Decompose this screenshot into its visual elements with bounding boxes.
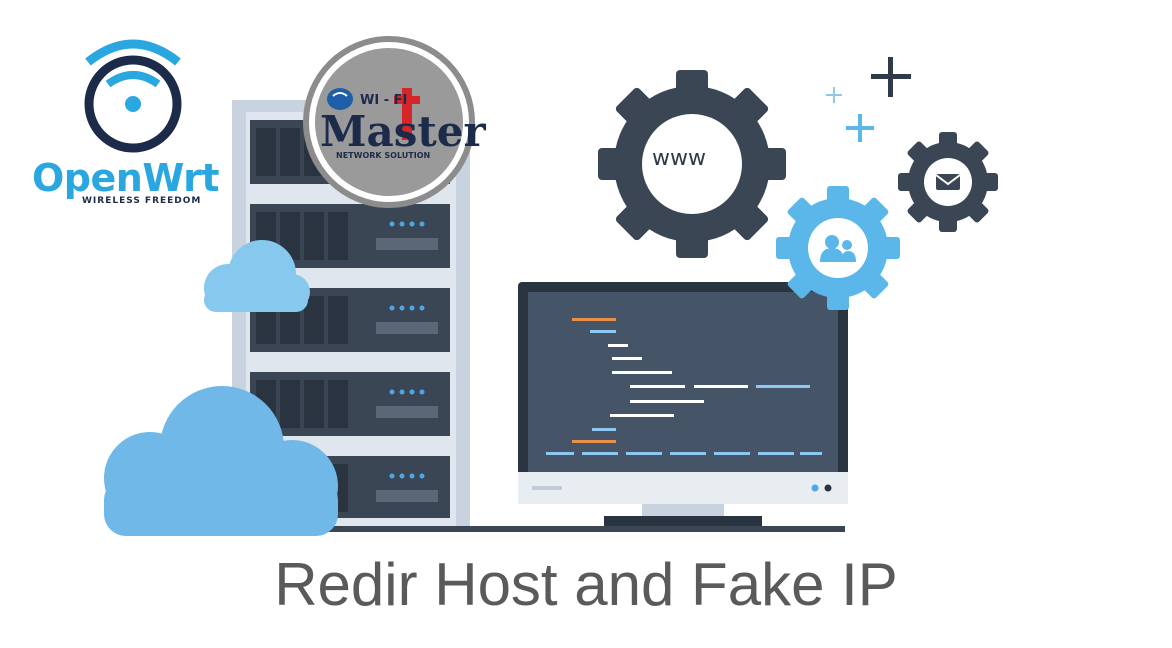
www-label: www [652, 146, 706, 171]
openwrt-name: OpenWrt [32, 156, 219, 200]
gear-icon [898, 132, 998, 232]
openwrt-tagline: WIRELESS FREEDOM [82, 196, 202, 206]
mail-icon [935, 174, 961, 190]
plus-icon [871, 57, 911, 97]
monitor-icon [518, 282, 848, 526]
wifimaster-name: Master [320, 107, 486, 156]
wifimaster-top-text: WI - FI [360, 93, 407, 108]
wifi-icon [84, 39, 182, 153]
wifimaster-sub-text: NETWORK SOLUTION [336, 151, 430, 160]
plus-icon [826, 87, 842, 103]
gear-icon [776, 186, 900, 310]
caption: Redir Host and Fake IP [274, 551, 898, 618]
plus-icon [846, 114, 874, 142]
